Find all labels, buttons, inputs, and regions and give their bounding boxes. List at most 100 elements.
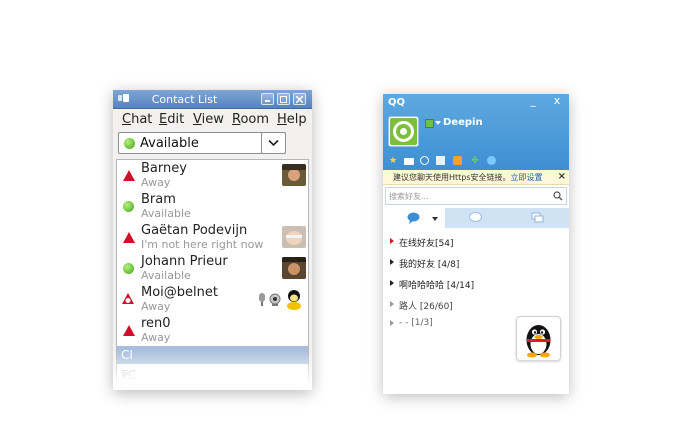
minimize-icon <box>265 100 270 102</box>
tab-chats[interactable] <box>383 208 445 228</box>
group-label: 我的好友 [4/8] <box>399 260 460 270</box>
buddy-name: Gaëtan Podevijn <box>141 223 248 238</box>
close-button[interactable] <box>293 93 306 105</box>
maximize-icon <box>280 96 287 103</box>
webcam-icon <box>269 293 281 306</box>
online-status-icon[interactable] <box>425 119 434 128</box>
available-status-icon <box>123 263 134 274</box>
qq-close-button[interactable]: x <box>546 94 568 108</box>
away-status-icon <box>123 232 135 243</box>
menu-edit[interactable]: Edit <box>159 112 184 127</box>
buddy-row-moi-belnet[interactable]: Moi@belnet Away <box>117 284 308 315</box>
buddy-avatar <box>282 164 306 186</box>
menu-chat[interactable]: Chat <box>122 112 152 127</box>
notice-close-icon[interactable]: × <box>558 171 566 182</box>
group-label: 在线好友[54] <box>399 239 454 249</box>
expand-arrow-icon <box>390 238 394 244</box>
contacts-bubble-icon <box>469 212 482 222</box>
friend-group-my-friends[interactable]: 我的好友 [4/8] <box>383 255 569 271</box>
expander-arrow-icon <box>121 372 129 378</box>
group-label: - - [1/3] <box>399 318 433 328</box>
group-header-ci[interactable]: CI <box>117 346 308 364</box>
friend-group-strangers[interactable]: 路人 [26/60] <box>383 297 569 313</box>
pidgin-title-bar[interactable]: Contact List <box>113 90 312 109</box>
deepin-logo-icon <box>390 118 417 145</box>
qq-window-title: QQ <box>388 97 406 108</box>
buddy-avatar <box>282 257 306 279</box>
tab-groups[interactable] <box>507 208 569 228</box>
buddy-status: Away <box>141 331 171 344</box>
friend-search-input[interactable]: 搜索好友... <box>385 187 567 205</box>
buddy-name: Bram <box>141 192 176 207</box>
buddy-name: ren0 <box>141 316 171 331</box>
chevron-down-icon <box>268 139 279 147</box>
buddy-list[interactable]: Barney Away Bram Available Gaëtan Podevi… <box>116 159 309 390</box>
search-tool-icon[interactable] <box>420 156 429 165</box>
buddy-name: Moi@belnet <box>141 285 218 300</box>
buddy-avatar <box>282 288 306 310</box>
friend-group-online[interactable]: 在线好友[54] <box>383 234 569 250</box>
available-status-icon <box>123 201 134 212</box>
away-status-icon <box>123 170 135 181</box>
minimize-button[interactable] <box>261 93 274 105</box>
menu-view[interactable]: View <box>193 112 224 127</box>
group-label: 路人 [26/60] <box>399 302 453 312</box>
pidgin-feet-icon <box>263 388 308 390</box>
expand-arrow-icon <box>390 301 394 307</box>
pidgin-window-title: Contact List <box>151 93 218 106</box>
menu-help[interactable]: Help <box>277 112 307 127</box>
microphone-icon <box>259 293 265 306</box>
pidgin-dock-icon[interactable] <box>263 388 308 390</box>
friends-icon[interactable] <box>453 156 462 165</box>
qq-window: QQ _ x Deepin ★ ✤ 建议您聊天使用Https安全链接。立即设置 … <box>383 94 569 394</box>
tab-contacts[interactable] <box>445 208 507 228</box>
qq-minimize-button[interactable]: _ <box>522 94 544 108</box>
notice-link[interactable]: 立即设置 <box>511 173 543 182</box>
expand-arrow-icon <box>390 259 394 265</box>
status-dropdown-icon[interactable] <box>435 121 441 125</box>
status-dropdown-button[interactable] <box>261 132 286 154</box>
tab-dropdown-icon[interactable] <box>432 217 438 221</box>
chat-bubble-icon <box>407 212 420 224</box>
qq-header: QQ _ x Deepin ★ ✤ <box>383 94 569 170</box>
group-header-fc[interactable]: FC <box>117 366 308 384</box>
search-icon[interactable] <box>553 191 563 201</box>
friend-group-ahaha[interactable]: 啊哈哈哈哈 [4/14] <box>383 276 569 292</box>
qq-penguin-button[interactable] <box>516 316 561 361</box>
buddy-row-bram[interactable]: Bram Available <box>117 191 308 222</box>
buddy-name: Barney <box>141 161 187 176</box>
available-status-icon <box>124 138 135 149</box>
close-icon <box>296 96 303 103</box>
group-chat-icon <box>531 212 544 223</box>
qzone-icon[interactable] <box>487 156 496 165</box>
away-idle-status-icon <box>122 293 134 304</box>
menu-room[interactable]: Room <box>232 112 269 127</box>
buddy-status: I'm not here right now <box>141 238 264 251</box>
star-icon[interactable]: ★ <box>388 156 398 166</box>
buddy-row-johann-prieur[interactable]: Johann Prieur Available <box>117 253 308 284</box>
group-label: 啊哈哈哈哈 [4/14] <box>399 281 475 291</box>
security-notice-bar: 建议您聊天使用Https安全链接。立即设置 × <box>383 170 569 185</box>
buddy-status: Available <box>141 207 191 220</box>
buddy-name: Johann Prieur <box>141 254 228 269</box>
maximize-button[interactable] <box>277 93 290 105</box>
buddy-row-ren0[interactable]: ren0 Away <box>117 315 308 346</box>
qq-tab-bar <box>383 208 569 228</box>
clover-icon[interactable]: ✤ <box>470 156 480 166</box>
group-label: CI <box>121 348 133 362</box>
pidgin-contact-list-window: Contact List Chat Edit View Room Help Av… <box>113 90 312 390</box>
buddy-status: Available <box>141 269 191 282</box>
menu-bar: Chat Edit View Room Help <box>113 109 312 131</box>
mail-icon[interactable] <box>404 158 414 165</box>
buddy-row-gaetan-podevijn[interactable]: Gaëtan Podevijn I'm not here right now <box>117 222 308 253</box>
qq-penguin-icon <box>526 325 551 358</box>
qq-nickname[interactable]: Deepin <box>443 117 483 128</box>
app-box-icon[interactable] <box>436 156 445 165</box>
deepin-avatar[interactable] <box>388 116 419 147</box>
notice-text: 建议您聊天使用Https安全链接。 <box>393 173 511 182</box>
status-label: Available <box>140 136 199 151</box>
buddy-status: Away <box>141 300 171 313</box>
expand-arrow-icon <box>390 320 394 326</box>
buddy-row-barney[interactable]: Barney Away <box>117 160 308 191</box>
buddy-status: Away <box>141 176 171 189</box>
